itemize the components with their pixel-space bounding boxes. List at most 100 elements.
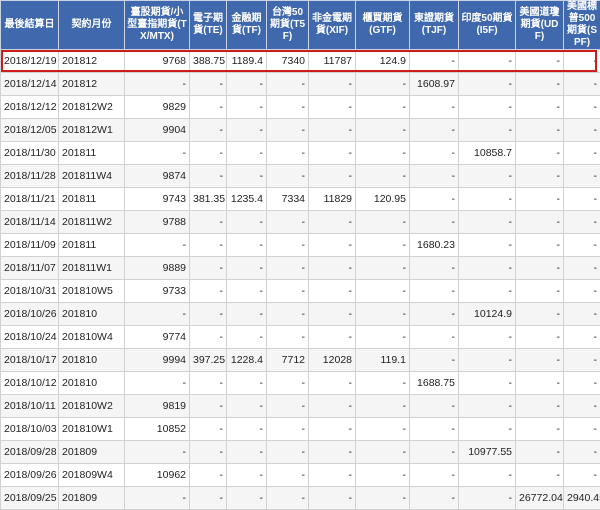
table-row: 2018/10/24201810W49774---------: [1, 326, 600, 349]
settlement-date-cell: 2018/12/12: [1, 96, 59, 119]
table-row: 2018/11/07201811W19889---------: [1, 257, 600, 280]
price-cell: -: [227, 487, 267, 510]
price-cell: -: [356, 326, 410, 349]
settlement-date-cell: 2018/12/05: [1, 119, 59, 142]
price-cell: -: [227, 418, 267, 441]
settlement-table: 最後結算日契約月份臺股期貨/小型臺指期貨(TX/MTX)電子期貨(TE)金融期貨…: [0, 0, 600, 510]
price-cell: -: [410, 441, 459, 464]
price-cell: -: [125, 487, 190, 510]
price-cell: -: [227, 303, 267, 326]
price-cell: -: [190, 418, 227, 441]
price-cell: -: [309, 326, 356, 349]
table-row: 2018/12/05201812W19904---------: [1, 119, 600, 142]
price-cell: 26772.04: [516, 487, 564, 510]
price-cell: -: [190, 280, 227, 303]
price-cell: -: [356, 303, 410, 326]
price-cell: -: [564, 119, 600, 142]
settlement-date-cell: 2018/11/30: [1, 142, 59, 165]
price-cell: 119.1: [356, 349, 410, 372]
contract-month-cell: 201810: [59, 372, 125, 395]
price-cell: 9889: [125, 257, 190, 280]
price-cell: -: [459, 487, 516, 510]
table-row: 2018/10/03201810W110852---------: [1, 418, 600, 441]
price-cell: -: [410, 96, 459, 119]
price-cell: -: [190, 234, 227, 257]
settlement-date-cell: 2018/12/14: [1, 73, 59, 96]
settlement-date-cell: 2018/10/24: [1, 326, 59, 349]
price-cell: -: [227, 211, 267, 234]
price-cell: -: [190, 487, 227, 510]
price-cell: -: [516, 119, 564, 142]
contract-month-cell: 201812: [59, 50, 125, 73]
price-cell: -: [125, 303, 190, 326]
price-cell: -: [516, 395, 564, 418]
price-cell: -: [227, 234, 267, 257]
column-header-6: 非金電期貨(XIF): [309, 1, 356, 50]
price-cell: -: [564, 303, 600, 326]
price-cell: -: [410, 165, 459, 188]
price-cell: -: [459, 234, 516, 257]
price-cell: -: [190, 96, 227, 119]
contract-month-cell: 201810W1: [59, 418, 125, 441]
price-cell: 10962: [125, 464, 190, 487]
contract-month-cell: 201809W4: [59, 464, 125, 487]
price-cell: -: [125, 441, 190, 464]
contract-month-cell: 201810: [59, 303, 125, 326]
price-cell: 120.95: [356, 188, 410, 211]
price-cell: -: [564, 73, 600, 96]
price-cell: -: [125, 372, 190, 395]
price-cell: -: [227, 280, 267, 303]
table-row: 2018/12/12201812W29829---------: [1, 96, 600, 119]
price-cell: -: [309, 441, 356, 464]
price-cell: -: [410, 119, 459, 142]
price-cell: -: [267, 257, 309, 280]
price-cell: -: [356, 119, 410, 142]
price-cell: -: [356, 96, 410, 119]
price-cell: -: [356, 211, 410, 234]
price-cell: 1688.75: [410, 372, 459, 395]
price-cell: 10852: [125, 418, 190, 441]
contract-month-cell: 201810W5: [59, 280, 125, 303]
price-cell: -: [516, 303, 564, 326]
price-cell: -: [564, 257, 600, 280]
price-cell: -: [459, 280, 516, 303]
price-cell: -: [564, 234, 600, 257]
table-body: 2018/12/192018129768388.751189.473401178…: [1, 50, 600, 510]
price-cell: -: [190, 326, 227, 349]
column-header-8: 東證期貨(TJF): [410, 1, 459, 50]
settlement-date-cell: 2018/10/03: [1, 418, 59, 441]
price-cell: 124.9: [356, 50, 410, 73]
column-header-3: 電子期貨(TE): [190, 1, 227, 50]
price-cell: 7334: [267, 188, 309, 211]
price-cell: -: [190, 257, 227, 280]
price-cell: -: [564, 418, 600, 441]
price-cell: -: [190, 119, 227, 142]
settlement-date-cell: 2018/10/31: [1, 280, 59, 303]
price-cell: -: [227, 119, 267, 142]
column-header-10: 美國道瓊期貨(UDF): [516, 1, 564, 50]
price-cell: 9743: [125, 188, 190, 211]
column-header-9: 印度50期貨(I5F): [459, 1, 516, 50]
price-cell: -: [190, 165, 227, 188]
price-cell: 9788: [125, 211, 190, 234]
price-cell: -: [309, 257, 356, 280]
price-cell: -: [516, 464, 564, 487]
price-cell: -: [190, 142, 227, 165]
price-cell: -: [309, 119, 356, 142]
price-cell: -: [459, 96, 516, 119]
settlement-date-cell: 2018/11/09: [1, 234, 59, 257]
price-cell: 9874: [125, 165, 190, 188]
price-cell: -: [459, 73, 516, 96]
contract-month-cell: 201811: [59, 188, 125, 211]
table-row: 2018/09/28201809-------10977.55--: [1, 441, 600, 464]
column-header-4: 金融期貨(TF): [227, 1, 267, 50]
price-cell: -: [410, 50, 459, 73]
price-cell: -: [190, 464, 227, 487]
contract-month-cell: 201811: [59, 234, 125, 257]
price-cell: -: [564, 188, 600, 211]
price-cell: -: [564, 280, 600, 303]
price-cell: -: [356, 418, 410, 441]
price-cell: -: [459, 119, 516, 142]
header-row: 最後結算日契約月份臺股期貨/小型臺指期貨(TX/MTX)電子期貨(TE)金融期貨…: [1, 1, 600, 50]
price-cell: -: [190, 441, 227, 464]
